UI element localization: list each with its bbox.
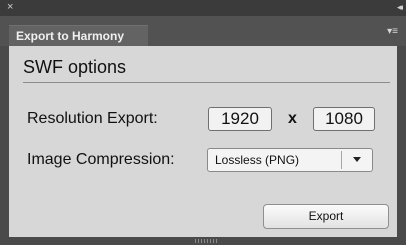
select-divider bbox=[341, 151, 342, 169]
section-divider bbox=[23, 82, 390, 83]
close-icon[interactable]: × bbox=[7, 1, 13, 13]
compression-selected-value: Lossless (PNG) bbox=[215, 153, 300, 167]
tab-export-to-harmony[interactable]: Export to Harmony bbox=[9, 25, 148, 46]
compression-select[interactable]: Lossless (PNG) bbox=[207, 148, 373, 172]
chevron-down-icon[interactable] bbox=[353, 157, 361, 162]
resolution-label: Resolution Export: bbox=[27, 110, 158, 127]
section-title: SWF options bbox=[23, 57, 127, 77]
collapse-panel-icon[interactable]: ◂◂ bbox=[397, 2, 403, 12]
resolution-width-input[interactable]: 1920 bbox=[208, 107, 272, 131]
export-panel: SWF options Resolution Export: 1920 x 10… bbox=[9, 46, 397, 237]
panel-menu-icon[interactable]: ▾≡ bbox=[387, 27, 398, 37]
panel-tab-bar: Export to Harmony ▾≡ bbox=[0, 16, 406, 46]
resolution-separator: x bbox=[288, 110, 297, 127]
compression-label: Image Compression: bbox=[27, 151, 175, 168]
tab-label: Export to Harmony bbox=[16, 29, 125, 43]
resize-grip-icon[interactable] bbox=[195, 239, 219, 243]
resolution-height-input[interactable]: 1080 bbox=[313, 107, 375, 131]
export-button[interactable]: Export bbox=[263, 204, 389, 229]
window-titlebar: × ◂◂ bbox=[0, 0, 406, 16]
